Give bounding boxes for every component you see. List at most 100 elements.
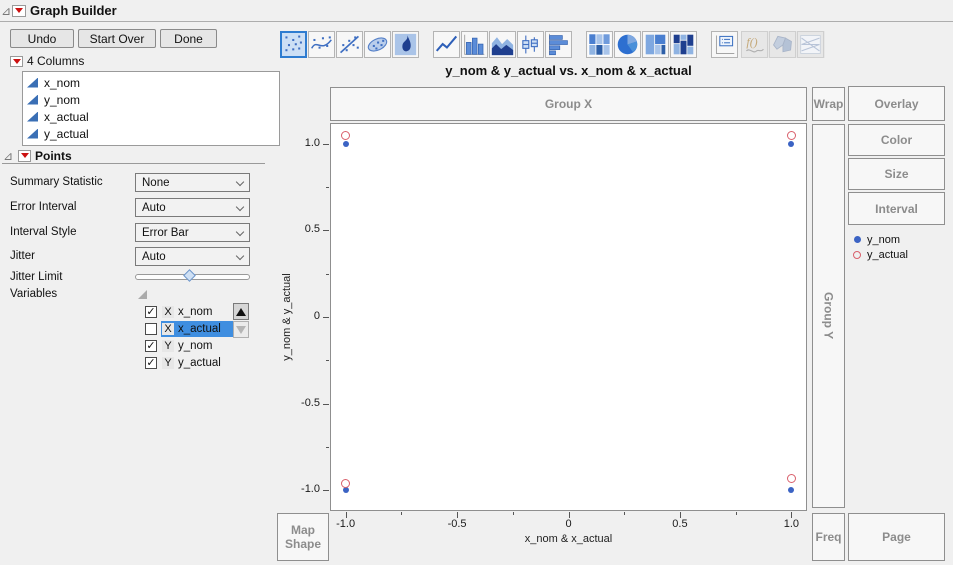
- column-name: x_nom: [44, 75, 81, 90]
- start-over-button[interactable]: Start Over: [78, 29, 156, 48]
- chevron-down-icon: [235, 177, 245, 187]
- column-item[interactable]: x_actual: [23, 108, 279, 125]
- red-triangle-glyph: [12, 58, 21, 64]
- column-name: y_actual: [44, 126, 89, 141]
- done-button[interactable]: Done: [160, 29, 217, 48]
- jitter-value: Auto: [142, 250, 166, 263]
- jitter-limit-slider[interactable]: [135, 269, 250, 282]
- tool-caption-box-icon[interactable]: [711, 31, 738, 58]
- continuous-column-icon: [27, 77, 38, 88]
- tool-map-shapes-icon[interactable]: [769, 31, 796, 58]
- columns-count-label: 4 Columns: [27, 54, 85, 68]
- y-axis-minor-tick: [326, 187, 329, 189]
- variable-name: x_actual: [178, 322, 221, 335]
- chart-title[interactable]: y_nom & y_actual vs. x_nom & x_actual: [330, 63, 807, 78]
- overlay-drop-zone[interactable]: Overlay: [848, 86, 945, 121]
- filled-circle-marker-icon: [852, 236, 862, 243]
- legend: y_nom y_actual: [852, 232, 908, 262]
- variable-row[interactable]: ✓ Xx_nom: [145, 303, 235, 320]
- tool-contour-icon[interactable]: [392, 31, 419, 58]
- color-drop-zone[interactable]: Color: [848, 124, 945, 156]
- tool-line-icon[interactable]: [433, 31, 460, 58]
- variable-checkbox[interactable]: ✓: [145, 305, 157, 318]
- interval-drop-zone[interactable]: Interval: [848, 192, 945, 225]
- tool-ellipse-icon[interactable]: [364, 31, 391, 58]
- y_actual-point[interactable]: [341, 478, 351, 488]
- tool-bar-icon[interactable]: [461, 31, 488, 58]
- tool-area-icon[interactable]: [489, 31, 516, 58]
- variable-checkbox[interactable]: ✓: [145, 356, 157, 369]
- legend-item[interactable]: y_actual: [852, 247, 908, 262]
- summary-statistic-select[interactable]: None: [135, 173, 250, 192]
- error-interval-row: Error Interval Auto: [10, 198, 255, 217]
- map-shape-drop-zone[interactable]: Map Shape: [277, 513, 329, 561]
- x-axis-tick-label: 0.5: [672, 518, 688, 530]
- move-down-button[interactable]: [233, 321, 249, 338]
- y-axis-tick: [323, 490, 329, 492]
- y_actual-point[interactable]: [341, 130, 351, 140]
- points-disclosure-triangle-icon[interactable]: ⊿: [2, 149, 14, 163]
- variables-disclosure-triangle-icon[interactable]: [138, 290, 147, 299]
- tool-parallel-plot-icon[interactable]: [797, 31, 824, 58]
- variable-row[interactable]: ✓ Yy_nom: [145, 337, 235, 354]
- y-axis-minor-tick: [326, 273, 329, 275]
- move-up-button[interactable]: [233, 303, 249, 320]
- tool-line-of-fit-icon[interactable]: [336, 31, 363, 58]
- variable-row[interactable]: Xx_actual: [145, 320, 235, 337]
- continuous-column-icon: [27, 94, 38, 105]
- y-axis-minor-tick: [326, 360, 329, 362]
- tool-heatmap-icon[interactable]: [586, 31, 613, 58]
- chevron-down-icon: [235, 251, 245, 261]
- wrap-drop-zone[interactable]: Wrap: [812, 87, 845, 121]
- page-drop-zone[interactable]: Page: [848, 513, 945, 561]
- y_nom-point[interactable]: [342, 140, 349, 147]
- tool-points-icon[interactable]: [280, 31, 307, 58]
- jitter-select[interactable]: Auto: [135, 247, 250, 266]
- group-y-drop-zone[interactable]: Group Y: [812, 124, 845, 508]
- tool-formula-icon[interactable]: f(): [741, 31, 768, 58]
- variable-checkbox[interactable]: ✓: [145, 339, 157, 352]
- freq-drop-zone[interactable]: Freq: [812, 513, 845, 561]
- window-title: Graph Builder: [30, 3, 117, 18]
- y-axis-label[interactable]: y_nom & y_actual: [281, 273, 293, 360]
- variable-checkbox[interactable]: [145, 322, 157, 335]
- legend-label: y_nom: [867, 233, 901, 246]
- column-name: x_actual: [44, 109, 89, 124]
- size-drop-zone[interactable]: Size: [848, 158, 945, 190]
- jitter-row: Jitter Auto: [10, 247, 255, 266]
- columns-header: 4 Columns: [10, 54, 84, 68]
- y_actual-point[interactable]: [786, 473, 796, 483]
- plot-area[interactable]: [330, 123, 807, 511]
- tool-treemap-icon[interactable]: [642, 31, 669, 58]
- x-axis-tick-label: -1.0: [336, 518, 356, 530]
- summary-statistic-label: Summary Statistic: [10, 176, 103, 188]
- error-interval-select[interactable]: Auto: [135, 198, 250, 217]
- up-arrow-icon: [236, 307, 246, 316]
- y_nom-point[interactable]: [342, 487, 349, 494]
- legend-item[interactable]: y_nom: [852, 232, 908, 247]
- columns-red-triangle-menu-icon[interactable]: [10, 55, 23, 67]
- variable-selection-area: Yy_nom: [161, 338, 233, 354]
- tool-histogram-icon[interactable]: [545, 31, 572, 58]
- disclosure-triangle-icon[interactable]: ⊿: [0, 4, 12, 18]
- undo-button[interactable]: Undo: [10, 29, 74, 48]
- group-x-drop-zone[interactable]: Group X: [330, 87, 807, 121]
- slider-thumb[interactable]: [183, 269, 197, 282]
- points-panel-header: ⊿ Points: [2, 148, 265, 164]
- y_actual-point[interactable]: [786, 130, 796, 140]
- tool-box-plot-icon[interactable]: [517, 31, 544, 58]
- tool-pie-icon[interactable]: [614, 31, 641, 58]
- column-item[interactable]: x_nom: [23, 74, 279, 91]
- open-circle-marker-icon: [852, 250, 862, 259]
- tool-smoother-icon[interactable]: [308, 31, 335, 58]
- continuous-column-icon: [27, 111, 38, 122]
- column-item[interactable]: y_actual: [23, 125, 279, 142]
- interval-style-select[interactable]: Error Bar: [135, 223, 250, 242]
- x-axis-label[interactable]: x_nom & x_actual: [330, 533, 807, 545]
- tool-mosaic-icon[interactable]: [670, 31, 697, 58]
- red-triangle-menu-icon[interactable]: [12, 4, 26, 17]
- points-red-triangle-menu-icon[interactable]: [18, 149, 31, 162]
- variable-row[interactable]: ✓ Yy_actual: [145, 354, 235, 371]
- variable-name: y_nom: [178, 339, 213, 352]
- column-item[interactable]: y_nom: [23, 91, 279, 108]
